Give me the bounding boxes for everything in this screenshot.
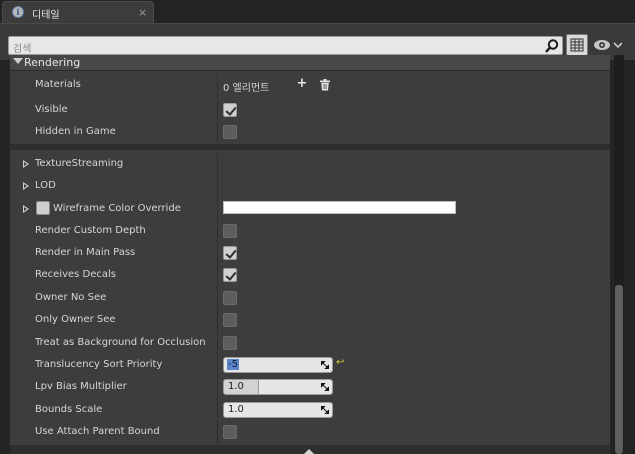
- column-divider: [217, 153, 218, 445]
- resize-handle-icon[interactable]: [321, 361, 329, 369]
- property-label: Materials: [35, 79, 81, 90]
- property-row-hidden-in-game: Hidden in Game: [10, 121, 610, 143]
- eye-icon[interactable]: [592, 38, 622, 52]
- hidden-in-game-checkbox[interactable]: [223, 125, 237, 139]
- wireframe-override-checkbox[interactable]: [36, 201, 50, 215]
- materials-count: 0 엘리먼트: [223, 83, 270, 94]
- scrollbar[interactable]: [614, 55, 624, 454]
- visible-checkbox[interactable]: [223, 103, 237, 117]
- treat-as-background-checkbox[interactable]: [223, 336, 237, 350]
- property-row-only-owner-see: Only Owner See: [10, 309, 610, 331]
- resize-handle-icon[interactable]: [321, 406, 329, 414]
- group-separator: [10, 144, 610, 150]
- property-label: LOD: [35, 180, 56, 191]
- property-label: Visible: [35, 104, 68, 115]
- property-row-bounds-scale: Bounds Scale 1.0: [10, 399, 610, 421]
- owner-no-see-checkbox[interactable]: [223, 291, 237, 305]
- category-header-rendering[interactable]: Rendering: [10, 55, 610, 71]
- property-row-use-attach-parent-bound: Use Attach Parent Bound: [10, 421, 610, 443]
- tab-title: 디테일: [32, 10, 60, 21]
- category-title: Rendering: [24, 56, 81, 69]
- search-icon[interactable]: [544, 38, 560, 54]
- property-row-render-in-main-pass: Render in Main Pass: [10, 242, 610, 264]
- property-row-wireframe-color: Wireframe Color Override: [10, 198, 610, 220]
- property-row-owner-no-see: Owner No See: [10, 287, 610, 309]
- property-label: Wireframe Color Override: [53, 203, 181, 214]
- render-custom-depth-checkbox[interactable]: [223, 224, 237, 238]
- lpv-bias-multiplier-slider[interactable]: 1.0: [223, 379, 333, 395]
- numeric-value: -5: [227, 359, 239, 370]
- property-row-materials: Materials 0 엘리먼트 +: [10, 74, 610, 96]
- property-label: Lpv Bias Multiplier: [35, 381, 127, 392]
- property-row-render-custom-depth: Render Custom Depth: [10, 220, 610, 242]
- info-icon: i: [12, 6, 24, 18]
- search-input[interactable]: 검색: [8, 36, 563, 55]
- property-label: Render Custom Depth: [35, 225, 146, 236]
- property-label: Bounds Scale: [35, 404, 103, 415]
- property-label: Treat as Background for Occlusion: [35, 337, 206, 348]
- receives-decals-checkbox[interactable]: [223, 268, 237, 282]
- property-label: TextureStreaming: [35, 158, 124, 169]
- property-row-receives-decals: Receives Decals: [10, 264, 610, 286]
- property-label: Translucency Sort Priority: [35, 359, 163, 370]
- property-label: Only Owner See: [35, 314, 116, 325]
- property-label: Receives Decals: [35, 269, 117, 280]
- property-label: Use Attach Parent Bound: [35, 426, 160, 437]
- property-label: Render in Main Pass: [35, 247, 136, 258]
- scroll-thumb[interactable]: [615, 285, 623, 454]
- bounds-scale-input[interactable]: 1.0: [223, 402, 333, 418]
- numeric-value: 1.0: [228, 381, 244, 392]
- wireframe-color-swatch[interactable]: [223, 201, 456, 214]
- property-row-treat-as-background: Treat as Background for Occlusion: [10, 332, 610, 354]
- grid-icon: [570, 38, 584, 52]
- property-matrix-button[interactable]: [566, 34, 588, 56]
- property-row-translucency-sort-priority: Translucency Sort Priority -5 ↩: [10, 354, 610, 376]
- trash-icon[interactable]: [319, 79, 331, 91]
- details-panel: Rendering Materials 0 엘리먼트 + Visible Hid…: [10, 55, 610, 454]
- property-row-lod[interactable]: LOD: [10, 175, 610, 197]
- only-owner-see-checkbox[interactable]: [223, 313, 237, 327]
- property-label: Owner No See: [35, 292, 107, 303]
- property-row-lpv-bias-multiplier: Lpv Bias Multiplier 1.0: [10, 376, 610, 398]
- scroll-down-marker-icon: [304, 449, 314, 454]
- collapse-arrow-icon[interactable]: [13, 58, 23, 64]
- tab-bar: i 디테일 ×: [0, 0, 635, 23]
- tab-details[interactable]: i 디테일 ×: [2, 1, 154, 23]
- render-in-main-pass-checkbox[interactable]: [223, 246, 237, 260]
- column-divider: [217, 74, 218, 143]
- expand-arrow-icon[interactable]: [23, 205, 29, 213]
- property-label: Hidden in Game: [35, 126, 116, 137]
- add-icon[interactable]: +: [295, 77, 309, 91]
- expand-arrow-icon[interactable]: [23, 182, 29, 190]
- use-attach-parent-bound-checkbox[interactable]: [223, 425, 237, 439]
- property-row-visible: Visible: [10, 99, 610, 121]
- search-placeholder: 검색: [13, 44, 32, 55]
- close-icon[interactable]: ×: [138, 6, 147, 19]
- translucency-sort-priority-input[interactable]: -5: [223, 357, 333, 373]
- numeric-value: 1.0: [228, 404, 244, 415]
- reset-to-default-icon[interactable]: ↩: [336, 358, 346, 368]
- resize-handle-icon[interactable]: [321, 383, 329, 391]
- expand-arrow-icon[interactable]: [23, 160, 29, 168]
- property-row-texture-streaming[interactable]: TextureStreaming: [10, 153, 610, 175]
